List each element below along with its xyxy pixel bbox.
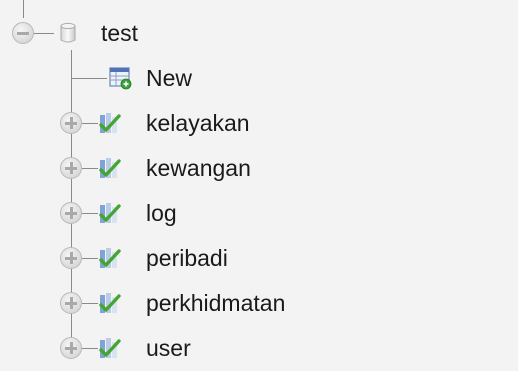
expand-toggle[interactable]	[60, 157, 82, 179]
plus-icon-stroke	[69, 252, 73, 264]
new-table-icon	[109, 67, 132, 90]
tree-node-table[interactable]: perkhidmatan	[0, 283, 518, 323]
table-label[interactable]: perkhidmatan	[146, 283, 285, 323]
expand-toggle[interactable]	[60, 202, 82, 224]
table-icon	[99, 113, 121, 133]
tree-node-table[interactable]: kelayakan	[0, 103, 518, 143]
expand-toggle[interactable]	[60, 247, 82, 269]
tree-connector	[82, 258, 98, 259]
tree-connector	[34, 33, 54, 34]
table-label[interactable]: peribadi	[146, 238, 228, 278]
table-icon	[99, 158, 121, 178]
collapse-toggle[interactable]	[12, 22, 34, 44]
tree-node-table[interactable]: log	[0, 193, 518, 233]
tree-node-table[interactable]: peribadi	[0, 238, 518, 278]
plus-icon-stroke	[69, 162, 73, 174]
table-icon	[99, 203, 121, 223]
tree-node-table[interactable]: user	[0, 328, 518, 368]
plus-icon-stroke	[69, 207, 73, 219]
database-tree: test New kelayakan kewangan log peribadi…	[0, 0, 518, 371]
database-icon	[60, 22, 76, 43]
expand-toggle[interactable]	[60, 337, 82, 359]
minus-icon	[17, 32, 29, 35]
plus-icon-stroke	[69, 297, 73, 309]
tree-connector	[82, 168, 98, 169]
tree-connector	[71, 78, 107, 79]
tree-connector	[82, 348, 98, 349]
expand-toggle[interactable]	[60, 112, 82, 134]
table-label[interactable]: kewangan	[146, 148, 251, 188]
tree-node-database[interactable]: test	[0, 13, 518, 53]
expand-toggle[interactable]	[60, 292, 82, 314]
table-label[interactable]: log	[146, 193, 177, 233]
tree-connector	[82, 123, 98, 124]
table-label[interactable]: user	[146, 328, 191, 368]
plus-icon-stroke	[69, 342, 73, 354]
table-icon	[99, 338, 121, 358]
tree-node-new[interactable]: New	[0, 58, 518, 98]
new-label[interactable]: New	[146, 58, 192, 98]
plus-icon-stroke	[69, 117, 73, 129]
table-icon	[99, 248, 121, 268]
database-label[interactable]: test	[101, 13, 138, 53]
tree-connector	[82, 303, 98, 304]
tree-connector	[82, 213, 98, 214]
tree-node-table[interactable]: kewangan	[0, 148, 518, 188]
table-icon	[99, 293, 121, 313]
table-label[interactable]: kelayakan	[146, 103, 250, 143]
